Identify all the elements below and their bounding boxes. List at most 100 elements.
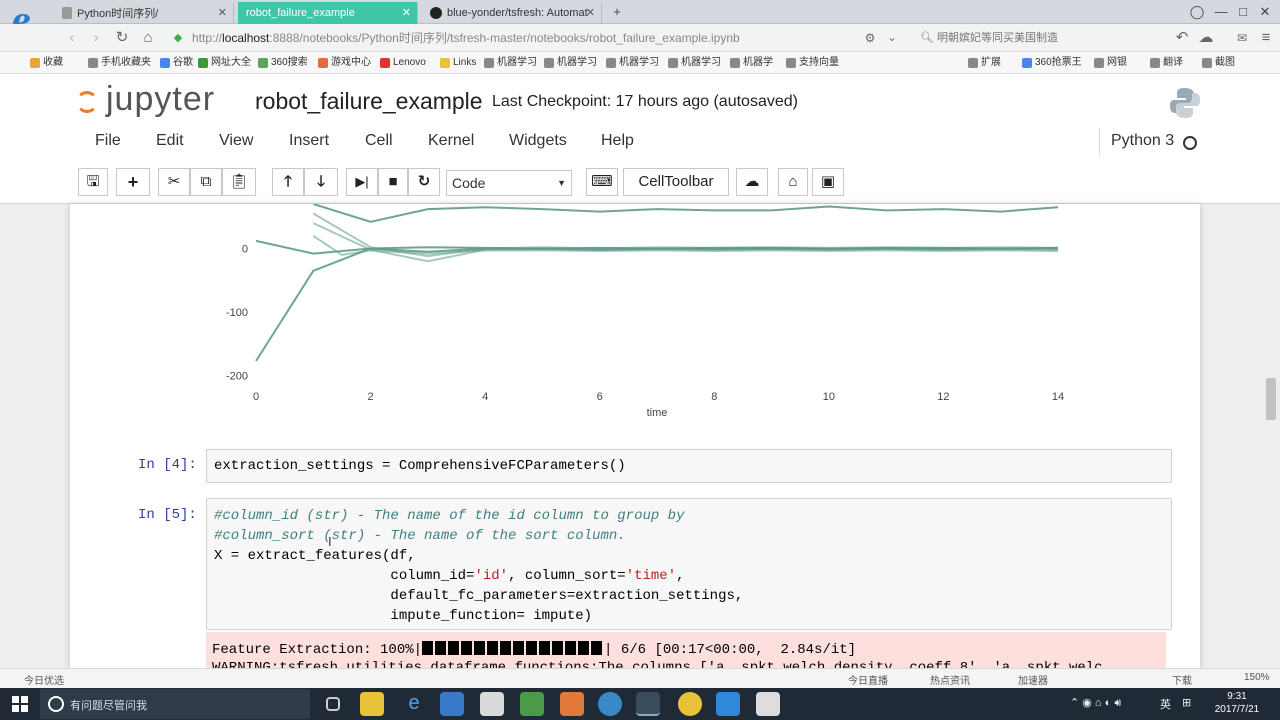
bookmark-item[interactable]: 网银 [1094,55,1127,71]
minimize-icon[interactable]: — [1212,3,1230,21]
copy-icon[interactable]: ⧉ [190,168,222,196]
explorer-icon[interactable] [360,692,384,716]
menu-view[interactable]: View [219,132,253,150]
cell-type-select[interactable]: Code ▼ [446,170,572,196]
menu-insert[interactable]: Insert [289,132,329,150]
bookmark-item[interactable]: 机器学习 [484,55,537,71]
bookmark-item[interactable]: 支持向量 [786,55,839,71]
mail-icon[interactable]: ✉ [1232,28,1252,48]
bookmark-item[interactable]: 手机收藏夹 [88,55,151,71]
bookmark-item[interactable]: 360搜索 [258,55,308,71]
cut-icon[interactable]: ✂ [158,168,190,196]
stop-icon[interactable]: ■ [378,168,408,196]
bookmark-item[interactable]: 谷歌 [160,55,193,71]
new-tab-button[interactable]: + [608,3,626,21]
menu-file[interactable]: File [95,132,121,150]
menu-help[interactable]: Help [601,132,634,150]
bookmark-item[interactable]: Links [440,55,476,71]
ime-indicator[interactable]: 英 [1160,696,1171,712]
menu-widgets[interactable]: Widgets [509,132,567,150]
cloud-icon[interactable]: ☁ [1196,28,1216,48]
bookmark-item[interactable]: 360抢票王 [1022,55,1082,71]
home-icon[interactable]: ⌂ [138,28,158,48]
tab-github-tsfresh[interactable]: blue-yonder/tsfresh: Automat ✕ [422,2,602,24]
forward-icon[interactable]: › [86,28,106,48]
menu-edit[interactable]: Edit [156,132,184,150]
task-view-icon[interactable] [326,697,340,711]
bookmark-item[interactable]: 机器学 [730,55,773,71]
present-icon[interactable]: ▣ [812,168,844,196]
browser-taskbar-icon[interactable] [636,692,660,716]
edge-icon[interactable]: e [402,692,426,716]
taskbar-clock[interactable]: 9:31 2017/7/21 [1212,690,1262,716]
bookmark-item[interactable]: 机器学习 [606,55,659,71]
status-promo[interactable]: 今日优选 [24,672,64,687]
windows-taskbar: 有问题尽管问我 e ⌃ ◉ ⌂ ◐ 🔊︎ 英 ⊞ 9:31 2017/7/21 [0,688,1280,720]
bookmark-item[interactable]: Lenovo [380,55,426,71]
app-icon[interactable] [598,692,622,716]
checkpoint-status: Last Checkpoint: 17 hours ago (autosaved… [492,93,798,110]
save-icon[interactable]: 🖫︎ [78,168,108,196]
chevron-down-icon[interactable]: ⌄ [882,28,902,48]
back-icon[interactable]: ‹ [62,28,82,48]
move-down-icon[interactable]: 🡓 [304,168,338,196]
menu-cell[interactable]: Cell [365,132,393,150]
bookmark-item[interactable]: 收藏 [30,55,63,71]
close-icon[interactable]: ✕ [586,6,595,19]
add-cell-icon[interactable]: + [116,168,150,196]
bookmarks-bar: 收藏 手机收藏夹 谷歌 网址大全 360搜索 游戏中心 Lenovo Links… [0,52,1280,74]
bookmark-item[interactable]: 机器学习 [668,55,721,71]
store-icon[interactable] [440,692,464,716]
ticket-icon [1022,58,1032,68]
status-download[interactable]: 下载 [1172,672,1192,687]
code-cell[interactable]: extraction_settings = ComprehensiveFCPar… [206,449,1172,483]
zoom-level[interactable]: 150% [1244,672,1270,683]
status-accelerator[interactable]: 加速器 [1018,672,1048,687]
menu-icon[interactable]: ≡ [1256,28,1276,48]
app-icon[interactable] [520,692,544,716]
jupyter-logo[interactable]: jupyter [76,80,215,119]
close-icon[interactable]: ✕ [218,6,227,19]
skin-icon[interactable]: ◯ [1188,3,1206,21]
cloud-upload-icon[interactable]: ☁ [736,168,768,196]
maximize-icon[interactable]: □ [1234,3,1252,21]
celltoolbar-button[interactable]: CellToolbar [623,168,729,196]
bookmark-item[interactable]: 翻译 [1150,55,1183,71]
paste-icon[interactable]: 📋︎ [222,168,256,196]
status-live[interactable]: 今日直播 [848,672,888,687]
tab-python-series[interactable]: Python时间序列/ ✕ [54,2,234,24]
status-news[interactable]: 热点资讯 [930,672,970,687]
window-close-icon[interactable]: ✕ [1256,3,1274,21]
cortana-search[interactable]: 有问题尽管问我 [40,689,310,719]
settings-icon[interactable]: ⚙ [860,28,880,48]
move-up-icon[interactable]: 🡑 [272,168,304,196]
search-input[interactable]: 🔍︎ 明朝嫔妃等同买美国制造 [920,29,1070,47]
windows-start-icon[interactable] [12,696,28,712]
app-icon[interactable] [756,692,780,716]
ime-icon[interactable]: ⊞ [1182,696,1191,709]
notebook-title[interactable]: robot_failure_example [255,88,483,115]
app-icon[interactable] [716,692,740,716]
app-icon[interactable] [678,692,702,716]
run-icon[interactable]: ▶| [346,168,378,196]
bookmark-item[interactable]: 游戏中心 [318,55,371,71]
app-icon[interactable] [480,692,504,716]
bookmark-item[interactable]: 截图 [1202,55,1235,71]
keyboard-icon[interactable]: ⌨ [586,168,618,196]
tab-robot-failure[interactable]: robot_failure_example ✕ [238,2,418,24]
bookmark-item[interactable]: 扩展 [968,55,1001,71]
code-cell[interactable]: #column_id (str) - The name of the id co… [206,498,1172,630]
home-icon[interactable]: ⌂ [778,168,808,196]
close-icon[interactable]: ✕ [402,6,411,19]
tray-icons[interactable]: ⌃ ◉ ⌂ ◐ 🔊︎ [1070,696,1121,710]
restart-icon[interactable]: ↻ [408,168,440,196]
app-icon[interactable] [560,692,584,716]
undo-icon[interactable]: ↶ [1172,28,1192,48]
bookmark-item[interactable]: 网址大全 [198,55,251,71]
y-tick-label: 0 [242,244,248,256]
bookmark-item[interactable]: 机器学习 [544,55,597,71]
menu-kernel[interactable]: Kernel [428,132,474,150]
reload-icon[interactable]: ↻ [112,28,132,48]
url-field[interactable]: http://localhost:8888/notebooks/Python时间… [192,29,842,47]
page-scrollbar[interactable] [1266,378,1276,420]
